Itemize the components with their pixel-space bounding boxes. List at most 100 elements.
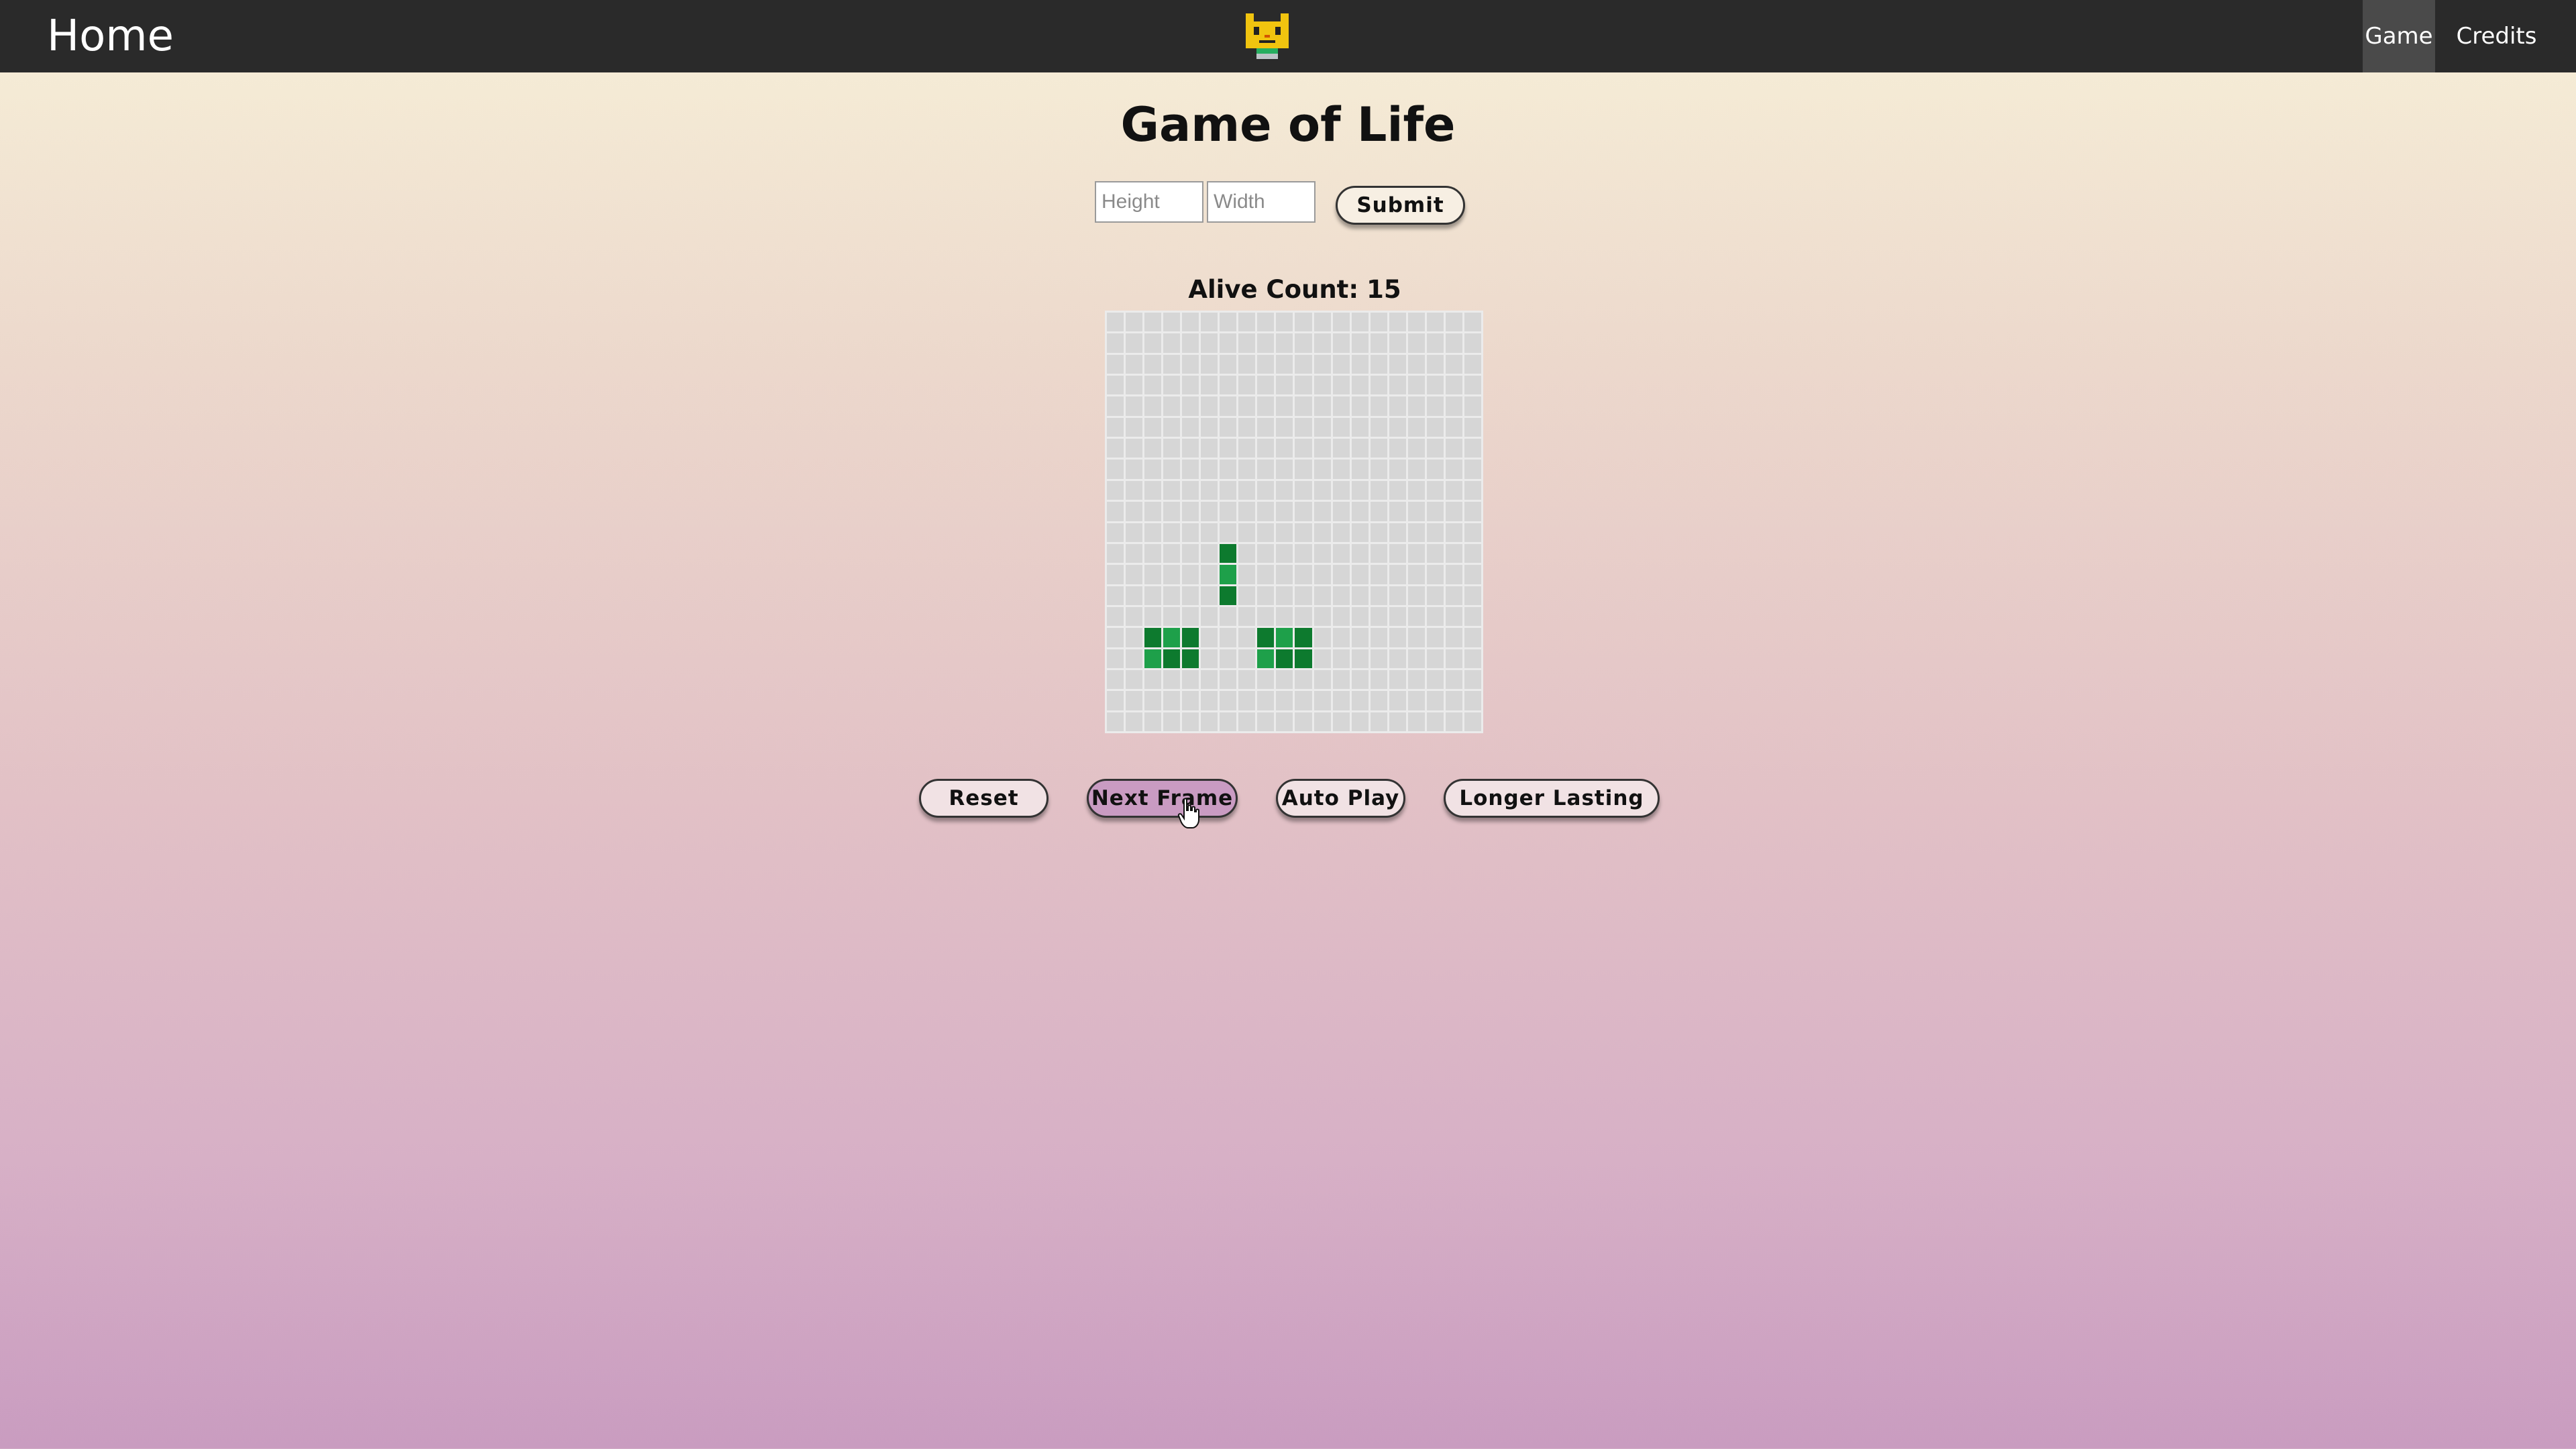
grid-cell[interactable]	[1238, 480, 1256, 500]
reset-button[interactable]: Reset	[919, 779, 1049, 818]
grid-cell[interactable]	[1445, 523, 1462, 542]
grid-cell[interactable]	[1107, 628, 1124, 647]
grid-cell[interactable]	[1276, 712, 1293, 731]
grid-cell[interactable]	[1313, 691, 1331, 710]
grid-cell[interactable]	[1332, 669, 1350, 690]
grid-cell[interactable]	[1407, 502, 1425, 521]
grid-cell[interactable]	[1107, 691, 1124, 710]
grid-cell[interactable]	[1220, 417, 1237, 437]
grid-cell-alive[interactable]	[1220, 565, 1237, 584]
grid-cell[interactable]	[1464, 417, 1481, 437]
grid-cell[interactable]	[1220, 333, 1237, 353]
grid-cell[interactable]	[1407, 480, 1425, 500]
grid-cell[interactable]	[1220, 313, 1237, 332]
grid-cell[interactable]	[1295, 502, 1312, 521]
grid-cell[interactable]	[1370, 649, 1387, 668]
grid-cell[interactable]	[1201, 417, 1218, 437]
grid-cell[interactable]	[1163, 354, 1181, 374]
grid-cell-alive[interactable]	[1144, 628, 1162, 647]
grid-cell[interactable]	[1201, 649, 1218, 668]
grid-cell[interactable]	[1276, 523, 1293, 542]
grid-cell[interactable]	[1220, 628, 1237, 647]
grid-cell[interactable]	[1276, 669, 1293, 690]
grid-cell[interactable]	[1370, 376, 1387, 395]
grid-cell[interactable]	[1407, 586, 1425, 605]
grid-cell[interactable]	[1464, 649, 1481, 668]
grid-cell[interactable]	[1313, 439, 1331, 458]
grid-cell[interactable]	[1182, 460, 1199, 479]
grid-cell[interactable]	[1144, 523, 1162, 542]
grid-cell[interactable]	[1126, 606, 1143, 627]
grid-cell[interactable]	[1238, 439, 1256, 458]
grid-cell[interactable]	[1295, 417, 1312, 437]
grid-cell[interactable]	[1276, 313, 1293, 332]
grid-cell[interactable]	[1351, 649, 1368, 668]
grid-cell[interactable]	[1351, 417, 1368, 437]
grid-cell[interactable]	[1238, 376, 1256, 395]
grid-cell[interactable]	[1332, 376, 1350, 395]
grid-cell[interactable]	[1370, 712, 1387, 731]
grid-cell[interactable]	[1238, 313, 1256, 332]
grid-cell[interactable]	[1201, 480, 1218, 500]
grid-cell[interactable]	[1163, 586, 1181, 605]
grid-cell[interactable]	[1445, 333, 1462, 353]
grid-cell[interactable]	[1238, 396, 1256, 416]
grid-cell[interactable]	[1332, 649, 1350, 668]
grid-cell[interactable]	[1426, 606, 1444, 627]
grid-cell-alive[interactable]	[1276, 628, 1293, 647]
grid-cell[interactable]	[1370, 691, 1387, 710]
grid-cell[interactable]	[1201, 586, 1218, 605]
grid-cell[interactable]	[1426, 712, 1444, 731]
grid-cell[interactable]	[1220, 669, 1237, 690]
grid-cell[interactable]	[1464, 565, 1481, 584]
grid-cell[interactable]	[1257, 333, 1275, 353]
grid-cell[interactable]	[1426, 480, 1444, 500]
grid-cell[interactable]	[1201, 691, 1218, 710]
grid-cell[interactable]	[1126, 523, 1143, 542]
grid-cell[interactable]	[1351, 669, 1368, 690]
grid-cell[interactable]	[1144, 439, 1162, 458]
grid-cell[interactable]	[1144, 691, 1162, 710]
grid-cell[interactable]	[1464, 543, 1481, 564]
grid-cell[interactable]	[1295, 376, 1312, 395]
grid-cell[interactable]	[1332, 502, 1350, 521]
grid-cell[interactable]	[1351, 565, 1368, 584]
grid-cell[interactable]	[1182, 691, 1199, 710]
grid-cell[interactable]	[1389, 354, 1406, 374]
home-link[interactable]: Home	[47, 0, 174, 72]
grid-cell[interactable]	[1126, 669, 1143, 690]
grid-cell[interactable]	[1332, 691, 1350, 710]
grid-cell[interactable]	[1407, 396, 1425, 416]
grid-cell[interactable]	[1370, 333, 1387, 353]
grid-cell[interactable]	[1182, 313, 1199, 332]
grid-cell[interactable]	[1107, 543, 1124, 564]
grid-cell[interactable]	[1238, 691, 1256, 710]
grid-cell[interactable]	[1332, 543, 1350, 564]
grid-cell[interactable]	[1201, 354, 1218, 374]
grid-cell[interactable]	[1370, 628, 1387, 647]
grid-cell[interactable]	[1464, 313, 1481, 332]
grid-cell[interactable]	[1163, 523, 1181, 542]
grid-cell[interactable]	[1107, 586, 1124, 605]
grid-cell[interactable]	[1201, 376, 1218, 395]
grid-cell[interactable]	[1107, 712, 1124, 731]
grid-cell[interactable]	[1426, 376, 1444, 395]
grid-cell[interactable]	[1126, 417, 1143, 437]
grid-cell[interactable]	[1238, 669, 1256, 690]
grid-cell[interactable]	[1351, 313, 1368, 332]
grid-cell[interactable]	[1407, 543, 1425, 564]
grid-cell[interactable]	[1220, 480, 1237, 500]
grid-cell[interactable]	[1220, 376, 1237, 395]
grid-cell[interactable]	[1257, 669, 1275, 690]
grid-cell[interactable]	[1144, 669, 1162, 690]
grid-cell[interactable]	[1182, 376, 1199, 395]
grid-cell[interactable]	[1389, 417, 1406, 437]
grid-cell[interactable]	[1238, 502, 1256, 521]
grid-cell[interactable]	[1464, 480, 1481, 500]
grid-cell[interactable]	[1295, 354, 1312, 374]
grid-cell[interactable]	[1464, 439, 1481, 458]
grid-cell[interactable]	[1257, 691, 1275, 710]
grid-cell[interactable]	[1163, 396, 1181, 416]
grid-cell[interactable]	[1257, 354, 1275, 374]
grid-cell[interactable]	[1276, 691, 1293, 710]
